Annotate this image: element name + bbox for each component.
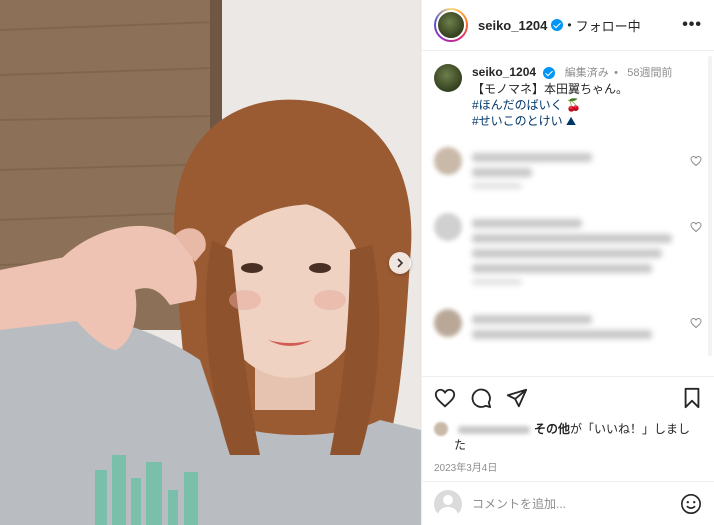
smiley-icon[interactable] [680, 493, 702, 515]
heart-icon[interactable] [690, 221, 702, 233]
comment-input[interactable] [472, 496, 680, 511]
hashtag-link-1[interactable]: #ほんだのばいく 🍒 [472, 97, 673, 113]
comment-blurred-text [472, 147, 684, 189]
comment-icon[interactable] [470, 387, 492, 409]
scrollbar[interactable] [708, 56, 712, 356]
comment-item [422, 309, 714, 339]
comment-item [422, 147, 714, 189]
heart-icon[interactable] [434, 387, 456, 409]
edited-label: 編集済み [564, 67, 609, 79]
comment-avatar[interactable] [434, 309, 462, 337]
post-sidebar: seiko_1204 • フォロー中 ••• seiko_1204 編集済み •… [421, 0, 714, 525]
comment-blurred-text [472, 309, 684, 339]
send-icon[interactable] [506, 387, 528, 409]
comment-avatar[interactable] [434, 147, 462, 175]
comment-blurred-text [472, 213, 684, 285]
follow-status-button[interactable]: フォロー中 [576, 16, 641, 35]
more-options-icon[interactable]: ••• [682, 16, 702, 34]
verified-badge-icon [551, 19, 564, 31]
separator-dot: • [567, 18, 572, 32]
post-date[interactable]: 2023年3月4日 [434, 459, 702, 474]
likes-others-link[interactable]: その他 [534, 422, 570, 436]
comment-item [422, 213, 714, 285]
current-user-avatar [434, 489, 462, 518]
chevron-right-icon [397, 258, 404, 268]
comments-scroll-area[interactable]: seiko_1204 編集済み • 58週間前 【モノマネ】本田翼ちゃん。 #ほ… [422, 52, 714, 368]
portrait-image [0, 0, 421, 525]
next-photo-button[interactable] [389, 252, 411, 274]
verified-badge-icon [543, 66, 556, 79]
heart-icon[interactable] [690, 155, 702, 167]
header-username[interactable]: seiko_1204 [478, 18, 547, 33]
hashtag-link-2[interactable]: #せいこのとけい ⛰ [472, 113, 673, 129]
liker-avatar[interactable] [434, 422, 448, 436]
caption: seiko_1204 編集済み • 58週間前 【モノマネ】本田翼ちゃん。 #ほ… [422, 52, 714, 129]
comment-avatar[interactable] [434, 213, 462, 241]
bookmark-icon[interactable] [682, 387, 702, 409]
post-actions: その他が「いいね！」しました 2023年3月4日 [422, 376, 714, 474]
post-header: seiko_1204 • フォロー中 ••• [422, 0, 714, 51]
post-age: 58週間前 [627, 67, 673, 79]
post-photo [0, 0, 421, 525]
add-comment-bar [422, 481, 714, 525]
heart-icon[interactable] [690, 317, 702, 329]
profile-avatar[interactable] [434, 8, 468, 42]
caption-avatar[interactable] [434, 64, 462, 92]
caption-username[interactable]: seiko_1204 [472, 65, 536, 79]
likes-summary: その他が「いいね！」しました [434, 421, 702, 453]
liker-name-blurred[interactable] [458, 425, 530, 434]
caption-text: 【モノマネ】本田翼ちゃん。 [472, 82, 629, 96]
